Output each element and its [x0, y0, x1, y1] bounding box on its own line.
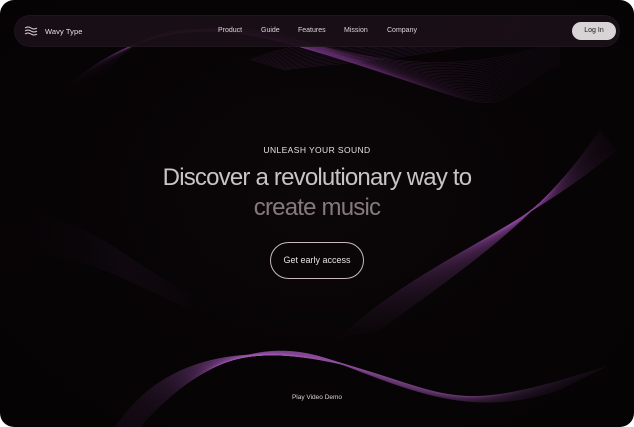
get-early-access-button[interactable]: Get early access — [270, 242, 364, 279]
nav-link-features[interactable]: Features — [298, 25, 326, 37]
nav-link-product[interactable]: Product — [218, 25, 242, 37]
play-video-demo-link[interactable]: Play Video Demo — [0, 394, 634, 401]
page-frame: Wavy Type Product Guide Features Mission… — [0, 0, 634, 427]
hero-headline: Discover a revolutionary way to create m… — [0, 163, 634, 223]
nav-link-company[interactable]: Company — [387, 25, 417, 37]
login-button[interactable]: Log In — [572, 22, 616, 40]
top-navbar: Wavy Type Product Guide Features Mission… — [14, 15, 620, 47]
nav-link-guide[interactable]: Guide — [261, 25, 280, 37]
wave-band-right — [339, 129, 617, 339]
hero-headline-line1: Discover a revolutionary way to — [162, 164, 472, 191]
hero-eyebrow: UNLEASH YOUR SOUND — [263, 145, 371, 155]
wave-band-bottom — [115, 350, 610, 427]
wave-band-left — [0, 218, 201, 313]
nav-links: Product Guide Features Mission Company — [14, 15, 620, 47]
nav-link-mission[interactable]: Mission — [344, 25, 368, 37]
hero-headline-line2: create music — [253, 194, 381, 221]
